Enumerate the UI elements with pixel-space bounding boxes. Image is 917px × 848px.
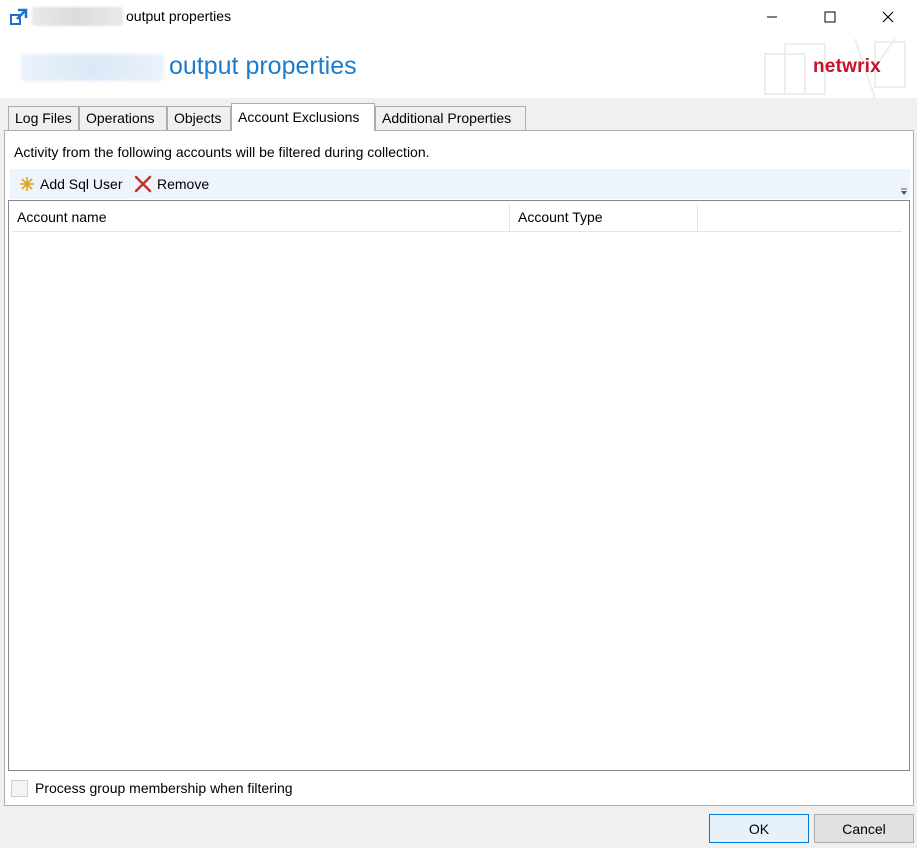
remove-button[interactable]: Remove [134,174,209,194]
add-sql-user-button[interactable]: Add Sql User [19,174,122,194]
header-divider [12,231,902,232]
netwrix-logo: netwrix [813,56,881,77]
ok-button[interactable]: OK [709,814,809,843]
checkbox-box[interactable] [11,779,28,797]
header-title: output properties [169,52,357,80]
title-bar: output properties [0,0,917,34]
window-title: output properties [126,8,232,24]
tab-account-exclusions[interactable]: Account Exclusions [231,103,375,131]
column-header-account-name[interactable]: Account name [9,204,510,231]
dialog-header: output properties netwrix [0,34,917,98]
toolbar-overflow-icon[interactable] [900,188,908,196]
tab-label: Additional Properties [382,110,512,126]
account-exclusions-panel: Activity from the following accounts wil… [4,130,914,806]
tab-log-files[interactable]: Log Files [8,106,79,130]
toolbar: Add Sql User Remove [10,169,910,199]
tab-objects[interactable]: Objects [167,106,231,130]
column-header-filler [698,204,902,231]
maximize-button[interactable] [801,0,859,34]
tab-label: Account Exclusions [238,109,360,125]
close-button[interactable] [859,0,917,34]
cancel-label: Cancel [842,820,886,837]
minimize-icon [767,16,777,18]
account-list[interactable]: Account name Account Type [8,200,910,771]
ok-label: OK [748,820,770,837]
app-icon [10,8,28,25]
tab-additional-properties[interactable]: Additional Properties [375,106,526,130]
red-x-icon [134,175,152,193]
cancel-button[interactable]: Cancel [814,814,914,843]
tab-label: Log Files [15,110,72,126]
maximize-icon [824,11,836,23]
process-group-membership-checkbox[interactable]: Process group membership when filtering [11,779,293,797]
checkbox-label: Process group membership when filtering [35,780,293,796]
column-label: Account Type [518,209,603,225]
panel-description: Activity from the following accounts wil… [14,144,430,160]
tab-label: Objects [174,110,222,126]
add-sql-user-label: Add Sql User [40,176,123,192]
remove-label: Remove [157,176,210,192]
tab-label: Operations [86,110,155,126]
redacted-title-part [32,7,123,26]
column-label: Account name [17,209,107,225]
minimize-button[interactable] [743,0,801,34]
close-icon [882,11,894,23]
sparkle-icon [20,177,34,191]
tab-operations[interactable]: Operations [79,106,167,130]
column-header-account-type[interactable]: Account Type [510,204,698,231]
redacted-header-part [21,54,164,81]
